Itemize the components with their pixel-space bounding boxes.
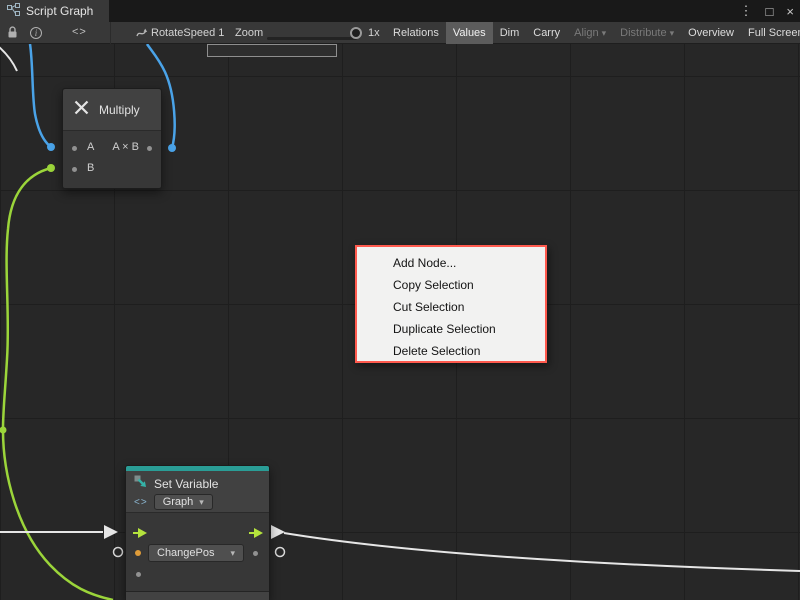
- output-port-result[interactable]: [147, 146, 152, 151]
- scope-dropdown-label: Graph: [163, 496, 194, 508]
- multiply-node-body: A A × B B: [63, 131, 161, 180]
- input-port-a[interactable]: [72, 146, 77, 151]
- toolbar-button-relations[interactable]: Relations: [386, 22, 446, 44]
- node-set-variable[interactable]: Set Variable <> Graph ▾ ChangePos ▾: [125, 465, 270, 600]
- lock-icon[interactable]: [7, 26, 18, 42]
- multiply-x-icon: [73, 99, 90, 121]
- context-menu-item-copy-selection[interactable]: Copy Selection: [357, 274, 545, 296]
- graph-breadcrumb[interactable]: RotateSpeed 1: [151, 27, 224, 39]
- input-port-b[interactable]: [72, 167, 77, 172]
- value-input-port[interactable]: [136, 572, 141, 577]
- context-menu: Add Node... Copy Selection Cut Selection…: [355, 245, 547, 363]
- port-label-a: A: [87, 141, 94, 153]
- set-variable-scope-row: <> Graph ▾: [134, 494, 261, 510]
- code-icon[interactable]: <>: [72, 26, 87, 38]
- toolbar-button-dim[interactable]: Dim: [493, 22, 527, 44]
- tab-bar: Script Graph ⋮ □ ×: [0, 0, 800, 22]
- variable-dropdown-label: ChangePos: [157, 547, 215, 559]
- set-variable-icon: [134, 475, 148, 492]
- set-variable-title-row: Set Variable: [134, 475, 261, 492]
- unity-script-graph-window: Script Graph ⋮ □ × i <> RotateSpeed 1 Zo…: [0, 0, 800, 600]
- chevron-down-icon: ▾: [670, 28, 675, 39]
- output-value-port[interactable]: [253, 551, 258, 556]
- flow-output-arrow-icon[interactable]: [249, 528, 263, 538]
- context-menu-item-cut-selection[interactable]: Cut Selection: [357, 296, 545, 318]
- variable-dropdown[interactable]: ChangePos ▾: [148, 544, 244, 562]
- script-graph-icon: [7, 3, 20, 19]
- chevron-down-icon: ▾: [199, 497, 204, 508]
- context-menu-item-delete-selection[interactable]: Delete Selection: [357, 340, 545, 362]
- tab-title: Script Graph: [26, 4, 93, 18]
- window-controls: ⋮ □ ×: [740, 0, 794, 22]
- maximize-button[interactable]: □: [766, 4, 774, 19]
- zoom-value: 1x: [368, 27, 380, 39]
- toolbar-button-overview[interactable]: Overview: [681, 22, 741, 44]
- tab-script-graph[interactable]: Script Graph: [0, 0, 109, 22]
- node-multiply[interactable]: Multiply A A × B B: [62, 88, 162, 189]
- context-menu-item-add-node[interactable]: Add Node...: [357, 252, 545, 274]
- window-menu-button[interactable]: ⋮: [740, 3, 753, 19]
- flow-input-arrow-icon[interactable]: [133, 528, 147, 538]
- chevron-down-icon: ▾: [230, 548, 235, 559]
- set-variable-footer: [126, 591, 269, 600]
- set-variable-title: Set Variable: [154, 477, 218, 491]
- toolbar-button-fullscreen[interactable]: Full Screen: [741, 22, 800, 44]
- port-row-b: B: [63, 159, 161, 180]
- zoom-label: Zoom: [235, 27, 263, 39]
- toolbar-button-distribute[interactable]: Distribute ▾: [613, 22, 681, 44]
- toolbar-button-align[interactable]: Align ▾: [567, 22, 613, 44]
- toolbar-buttons: Relations Values Dim Carry Align ▾ Distr…: [386, 22, 800, 44]
- graph-breadcrumb-icon: [136, 27, 148, 42]
- info-icon[interactable]: i: [30, 27, 42, 39]
- chevron-down-icon: ▾: [602, 28, 607, 39]
- graph-toolbar: i <> RotateSpeed 1 Zoom 1x Relations Val…: [0, 22, 800, 44]
- zoom-slider-track[interactable]: [267, 37, 357, 40]
- set-variable-header[interactable]: Set Variable <> Graph ▾: [126, 471, 269, 513]
- scope-code-icon: <>: [134, 497, 148, 508]
- port-row-a: A A × B: [63, 138, 161, 159]
- port-label-result: A × B: [112, 141, 139, 153]
- toolbar-button-values[interactable]: Values: [446, 22, 493, 44]
- context-menu-item-duplicate-selection[interactable]: Duplicate Selection: [357, 318, 545, 340]
- align-label: Align: [574, 27, 598, 39]
- empty-tooltip-box: [207, 44, 337, 57]
- scope-dropdown[interactable]: Graph ▾: [154, 494, 213, 510]
- distribute-label: Distribute: [620, 27, 666, 39]
- variable-input-port[interactable]: [135, 550, 141, 556]
- zoom-slider-knob[interactable]: [350, 27, 362, 39]
- port-label-b: B: [87, 162, 94, 174]
- toolbar-button-carry[interactable]: Carry: [526, 22, 567, 44]
- multiply-node-title: Multiply: [99, 103, 140, 117]
- toolbar-divider: [110, 22, 111, 44]
- close-button[interactable]: ×: [786, 4, 794, 19]
- multiply-node-header[interactable]: Multiply: [63, 89, 161, 131]
